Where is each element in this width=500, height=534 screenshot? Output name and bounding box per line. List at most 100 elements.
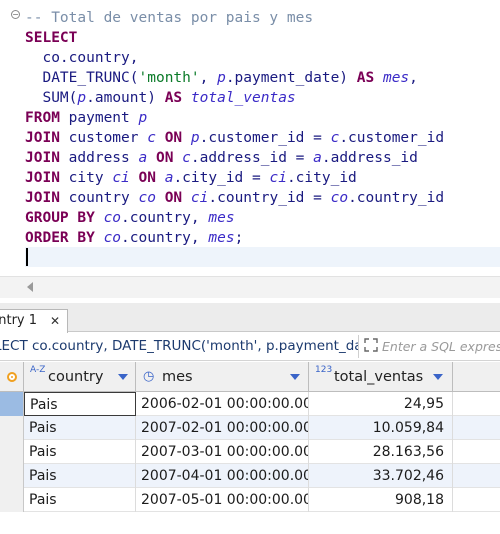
grid-header: A-Z country ◷ mes 123 total_ventas [0, 362, 500, 392]
sql-table: address [59, 150, 139, 166]
row-header[interactable] [0, 416, 24, 440]
sql-keyword: AS [164, 90, 183, 106]
cell-country[interactable]: Pais [24, 488, 136, 512]
sql-string: 'month' [138, 70, 200, 86]
sql-identifier: .payment_date) [225, 70, 357, 86]
cell-mes[interactable]: 2007-02-01 00:00:00.000 [136, 416, 309, 440]
sql-keyword: JOIN [25, 130, 60, 146]
editor-line-4: DATE_TRUNC('month', p.payment_date) AS m… [25, 68, 418, 88]
editor-line-3: co.country, [25, 48, 139, 68]
row-header[interactable] [0, 392, 24, 416]
sql-identifier: .country_id [348, 190, 445, 206]
row-header[interactable] [0, 488, 24, 512]
expand-icon[interactable] [362, 338, 380, 356]
table-row[interactable]: Pais 2007-05-01 00:00:00.000 908,18 [0, 488, 500, 512]
sql-table: payment [59, 110, 139, 126]
cell-total-ventas[interactable]: 28.163,56 [309, 440, 453, 464]
row-header[interactable] [0, 440, 24, 464]
sql-keyword: ORDER BY [25, 230, 95, 246]
sql-identifier: .customer_id [339, 130, 445, 146]
sql-keyword: AS [356, 70, 375, 86]
cell-total-ventas[interactable]: 908,18 [309, 488, 453, 512]
sort-down-icon[interactable] [290, 374, 300, 380]
sql-comment: -- Total de ventas por pais y mes [25, 10, 314, 26]
sql-alias: mes [208, 230, 235, 246]
sql-identifier: .address_id = [190, 150, 314, 166]
results-grid: A-Z country ◷ mes 123 total_ventas Pais 2… [0, 362, 500, 534]
table-row[interactable]: Pais 2006-02-01 00:00:00.000 24,95 [0, 392, 500, 416]
cell-mes[interactable]: 2007-04-01 00:00:00.000 [136, 464, 309, 488]
sql-identifier: .address_id [321, 150, 418, 166]
sql-table: city [59, 170, 113, 186]
scroll-left-icon[interactable] [27, 282, 33, 292]
sql-alias: co [103, 230, 122, 246]
sql-keyword: JOIN [25, 170, 60, 186]
sql-alias: a [313, 150, 322, 166]
cell-mes[interactable]: 2007-05-01 00:00:00.000 [136, 488, 309, 512]
column-header-country[interactable]: A-Z country [24, 362, 136, 392]
editor-line-5: SUM(p.amount) AS total_ventas [25, 88, 295, 108]
filter-input[interactable] [382, 335, 500, 358]
cell-total-ventas[interactable]: 10.059,84 [309, 416, 453, 440]
sql-alias: p [77, 90, 87, 106]
sql-alias: c [147, 130, 156, 146]
tab-result[interactable]: untry 1 ✕ [0, 309, 68, 333]
result-tab-strip: untry 1 ✕ [0, 303, 500, 333]
filter-bar: LECT co.country, DATE_TRUNC('month', p.p… [0, 333, 500, 361]
collapse-icon[interactable]: − [11, 10, 20, 19]
tab-result-label: untry 1 [0, 313, 38, 328]
editor-line-1: -- Total de ventas por pais y mes [25, 8, 313, 28]
sql-keyword: ON [164, 190, 183, 206]
sql-identifier: .country, [121, 210, 209, 226]
column-header-mes[interactable]: ◷ mes [136, 362, 309, 392]
row-header[interactable] [0, 464, 24, 488]
current-line-highlight [25, 247, 500, 267]
sql-punct: , [199, 70, 218, 86]
column-header-total-ventas[interactable]: 123 total_ventas [309, 362, 453, 392]
sql-keyword: FROM [25, 110, 60, 126]
sql-identifier: co.country, [42, 50, 139, 66]
filter-divider [358, 335, 359, 358]
cell-country[interactable]: Pais [24, 440, 136, 464]
sql-alias: c [182, 150, 191, 166]
sql-punct: , [409, 70, 418, 86]
cell-mes[interactable]: 2006-02-01 00:00:00.000 [136, 392, 309, 416]
editor-line-8: JOIN address a ON c.address_id = a.addre… [25, 148, 418, 168]
sort-down-icon[interactable] [433, 374, 443, 380]
sql-table: customer [59, 130, 148, 146]
cell-total-ventas[interactable]: 24,95 [309, 392, 453, 416]
sql-function: SUM( [42, 90, 78, 106]
text-type-icon: A-Z [30, 365, 46, 375]
sql-keyword: GROUP BY [25, 210, 95, 226]
table-row[interactable]: Pais 2007-04-01 00:00:00.000 33.702,46 [0, 464, 500, 488]
cell-country[interactable]: Pais [24, 392, 136, 416]
sql-alias: a [138, 150, 148, 166]
sql-table: country [59, 190, 139, 206]
sql-alias: co [330, 190, 349, 206]
sort-down-icon[interactable] [118, 374, 128, 380]
grid-corner[interactable] [0, 362, 24, 392]
editor-horizontal-scrollbar[interactable] [0, 276, 500, 298]
close-icon[interactable]: ✕ [50, 310, 60, 332]
text-caret [26, 248, 28, 266]
editor-line-7: JOIN customer c ON p.customer_id = c.cus… [25, 128, 444, 148]
table-row[interactable]: Pais 2007-02-01 00:00:00.000 10.059,84 [0, 416, 500, 440]
sql-alias: ci [269, 170, 287, 186]
sql-keyword: ON [155, 150, 174, 166]
cell-total-ventas[interactable]: 33.702,46 [309, 464, 453, 488]
editor-line-10: JOIN country co ON ci.country_id = co.co… [25, 188, 444, 208]
column-label: country [48, 369, 104, 385]
cell-country[interactable]: Pais [24, 416, 136, 440]
settings-icon[interactable] [7, 372, 17, 382]
editor-line-11: GROUP BY co.country, mes [25, 208, 235, 228]
cell-country[interactable]: Pais [24, 464, 136, 488]
sql-keyword: ON [164, 130, 183, 146]
editor-line-9: JOIN city ci ON a.city_id = ci.city_id [25, 168, 357, 188]
sql-identifier: .city_id [286, 170, 357, 186]
query-text[interactable]: LECT co.country, DATE_TRUNC('month', p.p… [0, 333, 358, 360]
editor-line-6: FROM payment p [25, 108, 147, 128]
cell-mes[interactable]: 2007-03-01 00:00:00.000 [136, 440, 309, 464]
table-row[interactable]: Pais 2007-03-01 00:00:00.000 28.163,56 [0, 440, 500, 464]
sql-editor[interactable]: − -- Total de ventas por pais y mes SELE… [0, 0, 500, 268]
column-label: mes [162, 369, 193, 385]
